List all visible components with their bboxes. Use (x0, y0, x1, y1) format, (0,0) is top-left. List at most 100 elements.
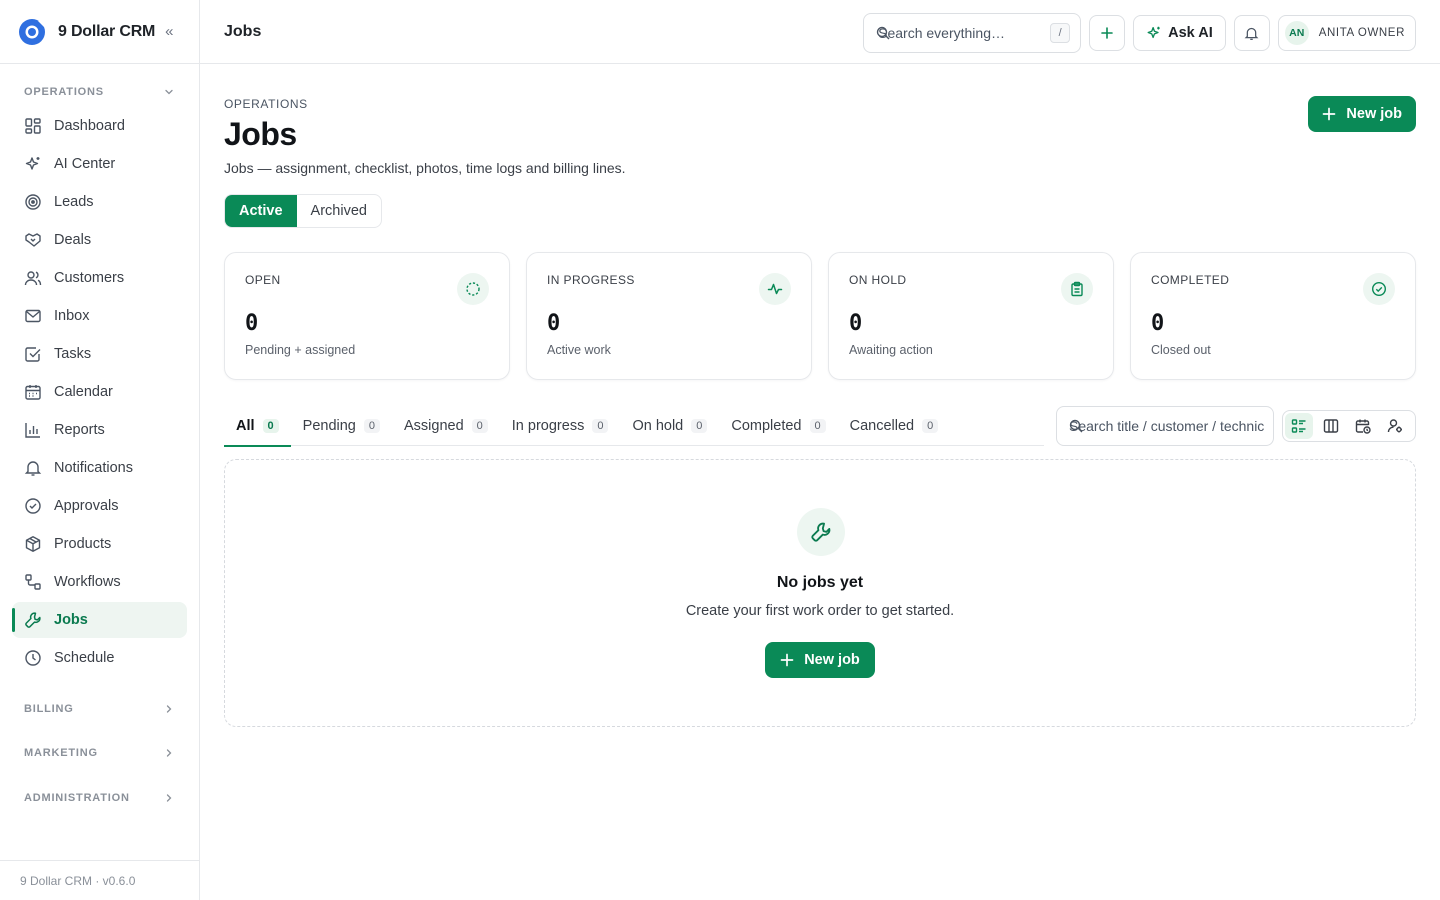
sidebar-item-label: Customers (54, 270, 125, 286)
calendar-view-icon[interactable] (1349, 413, 1377, 439)
tab-label: In progress (511, 418, 585, 434)
tab-completed[interactable]: Completed 0 (719, 406, 837, 446)
sidebar-item-deals[interactable]: Deals (12, 222, 187, 258)
sidebar-item-customers[interactable]: Customers (12, 260, 187, 296)
new-job-button[interactable]: New job (1308, 96, 1416, 132)
stat-value: 0 (1151, 311, 1165, 336)
empty-state-title: No jobs yet (776, 574, 864, 591)
search-icon (876, 26, 890, 40)
brand-logo (19, 18, 45, 45)
sidebar-item-tasks[interactable]: Tasks (12, 336, 187, 372)
sidebar: 9 Dollar CRM « OPERATIONS Dashboard AI C… (0, 0, 200, 900)
tab-pending[interactable]: Pending 0 (291, 406, 392, 446)
global-search-input[interactable] (876, 25, 1047, 41)
job-search-input[interactable] (1069, 418, 1265, 434)
segment-active[interactable]: Active (225, 195, 297, 227)
tab-count: 0 (262, 419, 279, 433)
tab-label: All (236, 418, 255, 434)
job-search[interactable] (1056, 406, 1274, 446)
sidebar-item-label: Workflows (54, 574, 121, 590)
sidebar-item-dashboard[interactable]: Dashboard (12, 108, 187, 144)
section-marketing-label: MARKETING (24, 747, 98, 759)
collapse-sidebar-icon[interactable]: « (165, 23, 173, 40)
empty-state-button-label: New job (804, 652, 860, 668)
section-administration[interactable]: ADMINISTRATION (0, 788, 199, 808)
global-search[interactable]: / (863, 13, 1082, 53)
board-view-icon[interactable] (1317, 413, 1345, 439)
sidebar-item-notifications[interactable]: Notifications (12, 450, 187, 486)
plus-icon (1101, 27, 1113, 39)
user-menu[interactable]: AN ANITA OWNER (1277, 15, 1416, 51)
brand-name: 9 Dollar CRM (58, 22, 156, 40)
list-view-icon[interactable] (1285, 413, 1313, 439)
stat-subtitle: Pending + assigned (245, 343, 356, 357)
ask-ai-button[interactable]: Ask AI (1133, 15, 1226, 51)
sidebar-item-label: Notifications (54, 460, 133, 476)
sidebar-item-label: Jobs (54, 612, 88, 628)
chevron-down-icon (165, 89, 173, 95)
sidebar-item-label: Leads (54, 194, 94, 210)
stat-value: 0 (547, 311, 561, 336)
sidebar-item-label: Deals (54, 232, 92, 248)
section-billing-label: BILLING (24, 703, 74, 715)
mail-icon (25, 309, 41, 323)
quick-add-button[interactable] (1089, 15, 1126, 51)
topbar-title: Jobs (224, 22, 262, 40)
calendar-icon (25, 385, 41, 400)
sidebar-item-products[interactable]: Products (12, 526, 187, 562)
bell-icon (24, 461, 42, 476)
sidebar-item-jobs[interactable]: Jobs (12, 602, 187, 638)
top-actions: / Ask AI AN ANITA OWNER (863, 13, 1416, 53)
tab-all[interactable]: All 0 (224, 406, 291, 447)
user-name: ANITA OWNER (1318, 27, 1405, 39)
sidebar-item-schedule[interactable]: Schedule (12, 640, 187, 676)
technician-view-icon[interactable] (1381, 413, 1409, 439)
chevron-right-icon (166, 794, 172, 802)
chevron-right-icon (166, 705, 172, 713)
section-marketing[interactable]: MARKETING (0, 743, 199, 763)
stat-label: COMPLETED (1151, 273, 1230, 287)
checkbox-icon (25, 347, 41, 362)
plus-icon (1323, 107, 1336, 121)
sidebar-item-inbox[interactable]: Inbox (12, 298, 187, 334)
sidebar-item-reports[interactable]: Reports (12, 412, 187, 448)
sidebar-item-leads[interactable]: Leads (12, 184, 187, 220)
sidebar-item-workflows[interactable]: Workflows (12, 564, 187, 600)
empty-state-new-job-button[interactable]: New job (765, 642, 875, 678)
tab-label: Pending (302, 418, 356, 434)
clock-icon (25, 650, 41, 666)
sidebar-item-label: AI Center (54, 156, 116, 172)
tab-cancelled[interactable]: Cancelled 0 (838, 406, 951, 446)
section-operations-label: OPERATIONS (24, 86, 104, 98)
section-operations[interactable]: OPERATIONS (0, 82, 199, 102)
section-administration-label: ADMINISTRATION (24, 792, 130, 804)
tab-label: Completed (731, 418, 802, 434)
stat-label: OPEN (245, 273, 281, 287)
segment-archived[interactable]: Archived (297, 195, 381, 227)
section-billing[interactable]: BILLING (0, 699, 199, 719)
sidebar-item-label: Reports (54, 422, 105, 438)
plus-icon (780, 653, 794, 667)
workflow-icon (25, 574, 41, 590)
sidebar-item-calendar[interactable]: Calendar (12, 374, 187, 410)
dashboard-icon (25, 118, 41, 134)
tab-in-progress[interactable]: In progress 0 (500, 406, 621, 446)
sidebar-item-label: Calendar (54, 384, 113, 400)
tab-count: 0 (363, 419, 380, 433)
wrench-icon (797, 508, 845, 556)
target-icon (25, 194, 41, 210)
page-description: Jobs — assignment, checklist, photos, ti… (224, 160, 626, 176)
view-switcher (1282, 410, 1416, 442)
notifications-button[interactable] (1233, 15, 1270, 51)
tab-count: 0 (471, 419, 488, 433)
check-circle-icon (25, 498, 41, 514)
tab-assigned[interactable]: Assigned 0 (392, 406, 500, 446)
sidebar-item-label: Dashboard (54, 118, 125, 134)
stat-value: 0 (245, 311, 259, 336)
tab-on-hold[interactable]: On hold 0 (620, 406, 719, 446)
stat-card-in-progress: IN PROGRESS 0 Active work (526, 252, 812, 380)
sidebar-item-label: Approvals (54, 498, 119, 514)
sidebar-item-ai-center[interactable]: AI Center (12, 146, 187, 182)
sidebar-item-approvals[interactable]: Approvals (12, 488, 187, 524)
sidebar-item-label: Products (54, 536, 112, 552)
